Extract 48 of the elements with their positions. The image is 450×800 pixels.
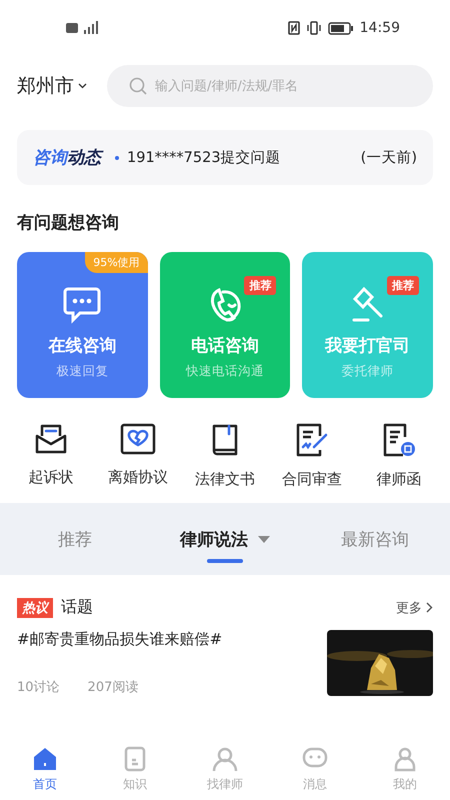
ticker-brand: 咨询动态	[33, 146, 101, 169]
ticker-time: (一天前)	[360, 149, 417, 167]
city-selector[interactable]: 郑州市	[17, 73, 87, 99]
feed-tab[interactable]: 律师说法	[150, 503, 300, 575]
search-icon	[129, 77, 147, 95]
topics-title: 话题	[61, 597, 93, 618]
caret-icon	[78, 83, 87, 89]
chat-bubble-icon	[62, 286, 102, 324]
hot-tag: 热议	[17, 598, 53, 618]
home-icon	[32, 746, 58, 772]
chevron-icon	[426, 602, 433, 613]
usage-badge: 95%使用	[85, 252, 148, 273]
vibrate-icon	[306, 21, 322, 35]
service-card[interactable]: 推荐 电话咨询 快速电话沟通	[160, 252, 290, 398]
service-subtitle: 快速电话沟通	[186, 363, 264, 380]
recommend-tag: 推荐	[387, 276, 419, 295]
service-title: 电话咨询	[190, 335, 259, 357]
consult-ticker[interactable]: 咨询动态 191****7523提交问题 (一天前)	[17, 130, 433, 185]
envelope-icon	[34, 422, 68, 456]
topic-title[interactable]: #邮寄贵重物品损失谁来赔偿#	[17, 630, 317, 649]
service-subtitle: 委托律师	[342, 363, 394, 380]
ticker-message: 191****7523提交问题	[127, 148, 282, 167]
section-title: 有问题想咨询	[17, 212, 120, 234]
tool-link[interactable]: 法律文书	[195, 470, 255, 489]
recommend-tag: 推荐	[244, 276, 276, 295]
battery-icon	[328, 22, 354, 34]
tool-link[interactable]: 合同审查	[282, 470, 342, 489]
document-icon	[122, 746, 148, 772]
person-icon	[212, 746, 238, 772]
nav-tab[interactable]: 首页	[0, 738, 90, 800]
service-title: 在线咨询	[48, 335, 116, 357]
letter-icon	[381, 422, 417, 458]
more-link[interactable]: 更多	[396, 598, 433, 616]
service-card[interactable]: 95%使用 在线咨询 极速回复	[17, 252, 148, 398]
tool-link[interactable]: 律师函	[376, 470, 422, 489]
service-title: 我要打官司	[325, 335, 410, 357]
contract-pen-icon	[294, 422, 330, 458]
discussion-count: 10讨论	[17, 679, 60, 696]
nfc-icon	[288, 21, 300, 35]
read-count: 207阅读	[88, 679, 138, 696]
tool-link[interactable]: 起诉状	[28, 468, 74, 487]
tool-link[interactable]: 离婚协议	[108, 468, 168, 487]
book-icon	[210, 422, 240, 458]
service-subtitle: 极速回复	[56, 363, 108, 380]
service-card[interactable]: 推荐 我要打官司 委托律师	[302, 252, 433, 398]
clock-time: 14:59	[360, 20, 400, 36]
profile-icon	[392, 746, 418, 772]
search-field[interactable]: 输入问题/律师/法规/罪名	[107, 65, 433, 107]
